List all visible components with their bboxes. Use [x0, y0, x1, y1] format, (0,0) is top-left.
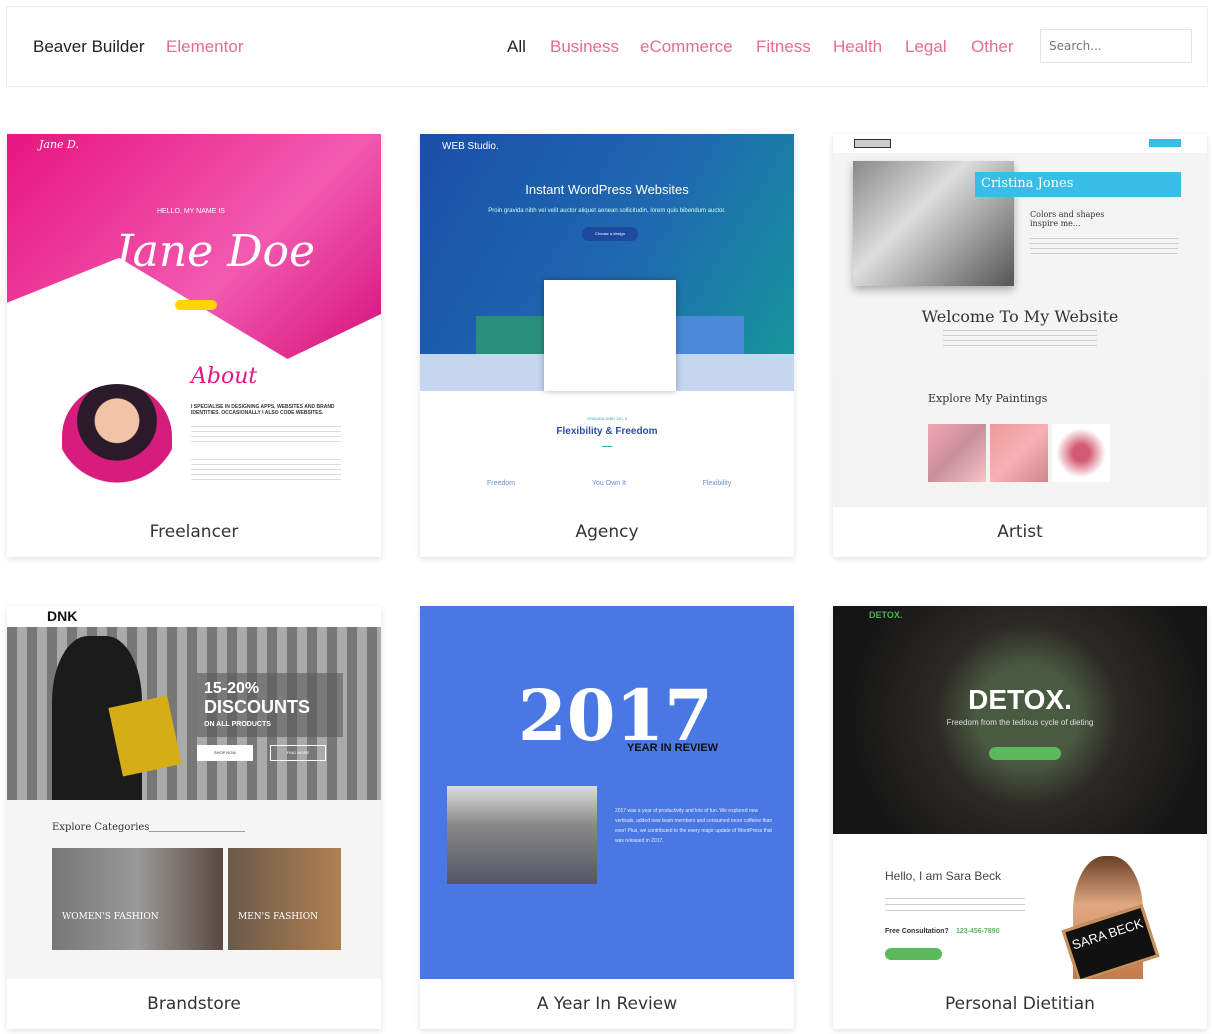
artist-banner: Cristina Jones — [975, 172, 1181, 197]
hero-title: Jane Doe — [115, 226, 316, 277]
kicker: GRAVIDA NIBH VEL 5 — [586, 416, 627, 421]
portrait-illustration — [62, 384, 172, 489]
template-preview: WEB Studio. Instant WordPress Websites P… — [420, 134, 794, 507]
template-preview: 2017 YEAR IN REVIEW 2017 was a year of p… — [420, 606, 794, 979]
phone-number: 123-456-7890 — [956, 928, 1000, 935]
template-card-freelancer[interactable]: Jane D. HELLO, MY NAME IS Jane Doe About… — [7, 134, 381, 557]
tagline: Colors and shapes inspire me... — [1030, 210, 1105, 228]
about-heading: About — [191, 364, 258, 389]
template-card-year-in-review[interactable]: 2017 YEAR IN REVIEW 2017 was a year of p… — [420, 606, 794, 1029]
builder-tab-elementor[interactable]: Elementor — [166, 37, 243, 57]
template-name: Brandstore — [147, 994, 241, 1014]
explore-heading: Explore Categories — [52, 822, 150, 833]
template-name: A Year In Review — [536, 994, 678, 1014]
year-subtitle: YEAR IN REVIEW — [627, 742, 719, 754]
template-preview: DETOX. DETOX. Freedom from the tedious c… — [833, 606, 1207, 979]
category-ecommerce[interactable]: eCommerce — [640, 37, 733, 57]
template-name: Artist — [997, 522, 1043, 542]
template-card-agency[interactable]: WEB Studio. Instant WordPress Websites P… — [420, 134, 794, 557]
feature-you-own-it: You Own It — [592, 480, 626, 487]
promo-percent: 15-20% — [204, 680, 260, 697]
hero-title: Instant WordPress Websites — [525, 182, 689, 197]
feature-freedom: Freedom — [486, 480, 515, 487]
top-filter-bar: Beaver Builder Elementor All Business eC… — [6, 6, 1208, 87]
template-preview: DNK 15-20% DISCOUNTS ON ALL PRODUCTS SHO… — [7, 606, 381, 979]
category-legal[interactable]: Legal — [905, 37, 947, 57]
category-other[interactable]: Other — [971, 37, 1014, 57]
section-title: Flexibility & Freedom — [556, 426, 658, 437]
category-women: WOMEN'S FASHION — [62, 912, 159, 922]
about-text: I SPECIALISE IN DESIGNING APPS, WEBSITES… — [191, 404, 335, 416]
intro-heading: Hello, I am Sara Beck — [885, 869, 1002, 883]
cta-button — [175, 300, 217, 310]
mockup-screenshot — [544, 280, 676, 391]
template-name: Agency — [575, 522, 639, 542]
consult-label: Free Consultation? — [885, 928, 949, 935]
welcome-heading: Welcome To My Website — [921, 307, 1119, 326]
search-input[interactable] — [1040, 29, 1192, 63]
template-name: Freelancer — [149, 522, 239, 542]
team-photo — [447, 786, 597, 884]
template-name: Personal Dietitian — [945, 994, 1095, 1014]
builder-tab-beaver-builder[interactable]: Beaver Builder — [33, 37, 145, 57]
promo-title: DISCOUNTS — [204, 697, 311, 717]
promo-subtitle: ON ALL PRODUCTS — [204, 721, 271, 728]
year-body: 2017 was a year of productivity and lots… — [615, 808, 773, 844]
template-preview: Jane D. HELLO, MY NAME IS Jane Doe About… — [7, 134, 381, 507]
category-business[interactable]: Business — [550, 37, 619, 57]
find-more-button: FIND MORE — [270, 745, 326, 761]
hero-kicker: HELLO, MY NAME IS — [157, 208, 225, 215]
template-card-personal-dietitian[interactable]: DETOX. DETOX. Freedom from the tedious c… — [833, 606, 1207, 1029]
template-card-brandstore[interactable]: DNK 15-20% DISCOUNTS ON ALL PRODUCTS SHO… — [7, 606, 381, 1029]
paintings-heading: Explore My Paintings — [928, 392, 1048, 405]
cta-button: Choose a design — [582, 227, 638, 241]
category-health[interactable]: Health — [833, 37, 882, 57]
logo: DNK — [47, 608, 78, 624]
template-card-artist[interactable]: Cristina Jones Colors and shapes inspire… — [833, 134, 1207, 557]
logo: Jane D. — [39, 138, 79, 151]
category-men: MEN'S FASHION — [238, 912, 318, 922]
hero-title: DETOX. — [968, 684, 1072, 715]
hero-subtitle: Proin gravida nibh vel velit auctor aliq… — [488, 208, 726, 214]
feature-flexibility: Flexibility — [702, 480, 732, 487]
category-all[interactable]: All — [507, 37, 526, 57]
logo: DETOX. — [869, 610, 903, 620]
shop-now-button: SHOP NOW — [197, 745, 253, 761]
template-preview: Cristina Jones Colors and shapes inspire… — [833, 134, 1207, 507]
category-fitness[interactable]: Fitness — [756, 37, 811, 57]
hero-subtitle: Freedom from the tedious cycle of dietin… — [946, 718, 1094, 727]
logo: WEB Studio. — [442, 141, 499, 152]
